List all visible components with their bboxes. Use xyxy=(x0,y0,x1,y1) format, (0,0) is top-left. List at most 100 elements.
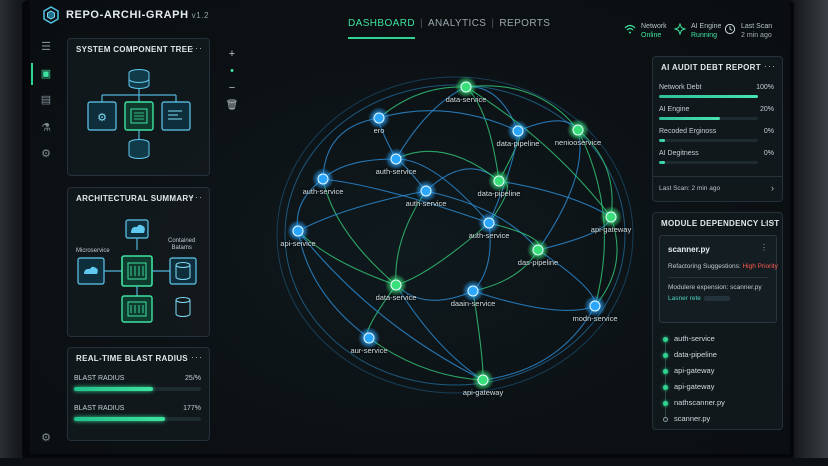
wifi-icon xyxy=(624,24,636,34)
status-dot xyxy=(663,369,668,374)
tab-reports[interactable]: REPORTS xyxy=(499,18,550,37)
module-link[interactable]: Lasner rete xyxy=(668,295,730,302)
audit-label: AI Degitness xyxy=(659,150,699,157)
left-rail: ☰ ▣ ▤ ⚗ ⚙ ⚙ xyxy=(30,38,60,454)
main-nav: DASHBOARD | ANALYTICS | REPORTS xyxy=(348,18,550,39)
flask-icon[interactable]: ⚗ xyxy=(39,121,53,135)
audit-pct: 100% xyxy=(756,84,774,91)
audit-label: Network Debt xyxy=(659,84,702,91)
blast-fill xyxy=(74,417,166,421)
refactor-suggestion: Refactoring Suggestions: High Priority xyxy=(668,263,778,270)
node-label: das-pipeline xyxy=(517,258,559,267)
tab-analytics[interactable]: ANALYTICS xyxy=(428,18,486,37)
clock-icon xyxy=(724,23,736,35)
graph-edge xyxy=(378,110,519,132)
component-tree-diagram: ⚙ xyxy=(87,69,191,159)
more-icon[interactable]: ··· xyxy=(764,217,776,227)
list-item[interactable]: scanner.py xyxy=(663,413,773,429)
blast-radius-row: BLAST RADIUS 25/% xyxy=(74,375,201,395)
module-card[interactable]: scanner.py ⋮ Refactoring Suggestions: Hi… xyxy=(659,235,778,323)
panel-title: REAL-TIME BLAST RADIUS xyxy=(76,354,188,363)
node-label: api-seivice xyxy=(280,239,316,248)
audit-fill xyxy=(659,161,665,164)
node-label: auth-service xyxy=(468,231,510,240)
list-item[interactable]: auth-service xyxy=(663,333,773,349)
audit-footer: Last Scan: 2 min ago xyxy=(659,185,721,192)
last-scan-value: 2 min ago xyxy=(741,32,772,39)
audit-label: AI Engine xyxy=(659,106,690,113)
graph-edge xyxy=(498,180,612,218)
list-item[interactable]: nathscanner.py xyxy=(663,397,773,413)
recenter-button[interactable]: • xyxy=(221,63,243,79)
dashboard-icon[interactable]: ▣ xyxy=(31,63,53,85)
ai-engine-label: AI Engine xyxy=(691,23,722,30)
label-contained: Contained Batams xyxy=(168,238,196,251)
audit-track xyxy=(659,117,758,120)
gear-icon[interactable]: ⚙ xyxy=(39,431,53,445)
nav-separator: | xyxy=(419,18,423,29)
audit-pct: 0% xyxy=(763,150,774,157)
node-label: modn-service xyxy=(572,314,618,323)
logo-icon xyxy=(43,6,59,24)
node-label: neniooservice xyxy=(554,138,602,147)
dependency-graph: data-service ero data-pipeline neniooservic… xyxy=(248,60,652,450)
more-icon[interactable]: ··· xyxy=(191,352,203,362)
background-right xyxy=(794,0,828,466)
node-label: ero xyxy=(373,126,385,135)
nav-separator: | xyxy=(491,18,495,29)
arch-summary-panel: ARCHITECTURAL SUMMARY ··· Microservice C… xyxy=(67,187,210,337)
graph-edge xyxy=(322,117,380,180)
zoom-out-button[interactable]: − xyxy=(221,80,243,96)
blast-track xyxy=(74,387,201,391)
node-label: data-service xyxy=(445,95,487,104)
zoom-in-button[interactable]: + xyxy=(221,46,243,62)
core-service-box xyxy=(121,255,153,287)
list-item[interactable]: data-pipeline xyxy=(663,349,773,365)
ai-engine-value: Running xyxy=(691,32,718,39)
node-label: api-gateway xyxy=(590,225,632,234)
node-label: aur-service xyxy=(350,346,388,355)
status-dot xyxy=(663,417,668,422)
audit-track xyxy=(659,139,758,142)
settings-icon[interactable]: ⚙ xyxy=(39,147,53,161)
chevron-right-icon[interactable]: › xyxy=(771,183,774,193)
more-icon[interactable]: ··· xyxy=(764,61,776,71)
monitor-stand xyxy=(0,458,828,466)
list-item[interactable]: api-gateway xyxy=(663,365,773,381)
node-label: api-gateway xyxy=(462,388,504,397)
graph-canvas xyxy=(276,76,634,394)
label-microservice: Microservice xyxy=(76,248,110,254)
trash-icon[interactable]: 🗑 xyxy=(221,98,243,114)
blast-radius-row: BLAST RADIUS 177% xyxy=(74,405,201,425)
database-icon[interactable]: ▤ xyxy=(39,93,53,107)
status-dot xyxy=(663,401,668,406)
status-dot xyxy=(663,337,668,342)
audit-track xyxy=(659,95,758,98)
component-tree-panel: SYSTEM COMPONENT TREE ··· ⚙ xyxy=(67,38,210,176)
audit-fill xyxy=(659,139,665,142)
panel-title: AI AUDIT DEBT REPORT xyxy=(661,63,761,72)
audit-pct: 20% xyxy=(759,106,774,113)
blast-radius-panel: REAL-TIME BLAST RADIUS ··· BLAST RADIUS … xyxy=(67,347,210,441)
kebab-icon[interactable]: ⋮ xyxy=(760,243,768,252)
tab-dashboard[interactable]: DASHBOARD xyxy=(348,18,415,39)
svg-text:⚙: ⚙ xyxy=(97,111,107,124)
node-label: auth-service xyxy=(375,167,417,176)
status-dot xyxy=(663,353,668,358)
blast-fill xyxy=(74,387,153,391)
audit-fill xyxy=(659,95,758,98)
screen: REPO-ARCHI-GRAPH v1.2 DASHBOARD | ANALYTICS… xyxy=(30,0,790,454)
list-item[interactable]: api-gateway xyxy=(663,381,773,397)
blast-label: BLAST RADIUS xyxy=(74,375,125,382)
background-left xyxy=(0,0,22,466)
architecture-diagram xyxy=(77,219,197,323)
priority-badge: High Priority xyxy=(742,263,778,270)
menu-icon[interactable]: ☰ xyxy=(39,40,53,54)
audit-fill xyxy=(659,117,721,120)
top-bar: REPO-ARCHI-GRAPH v1.2 DASHBOARD | ANALYTICS… xyxy=(30,0,790,39)
node-label: data-pipeline xyxy=(477,189,521,198)
blast-label: BLAST RADIUS xyxy=(74,405,125,412)
node-label: auth-service xyxy=(302,187,344,196)
audit-row: AI Degitness 0% xyxy=(659,150,774,170)
module-file-name: scanner.py xyxy=(668,245,710,254)
